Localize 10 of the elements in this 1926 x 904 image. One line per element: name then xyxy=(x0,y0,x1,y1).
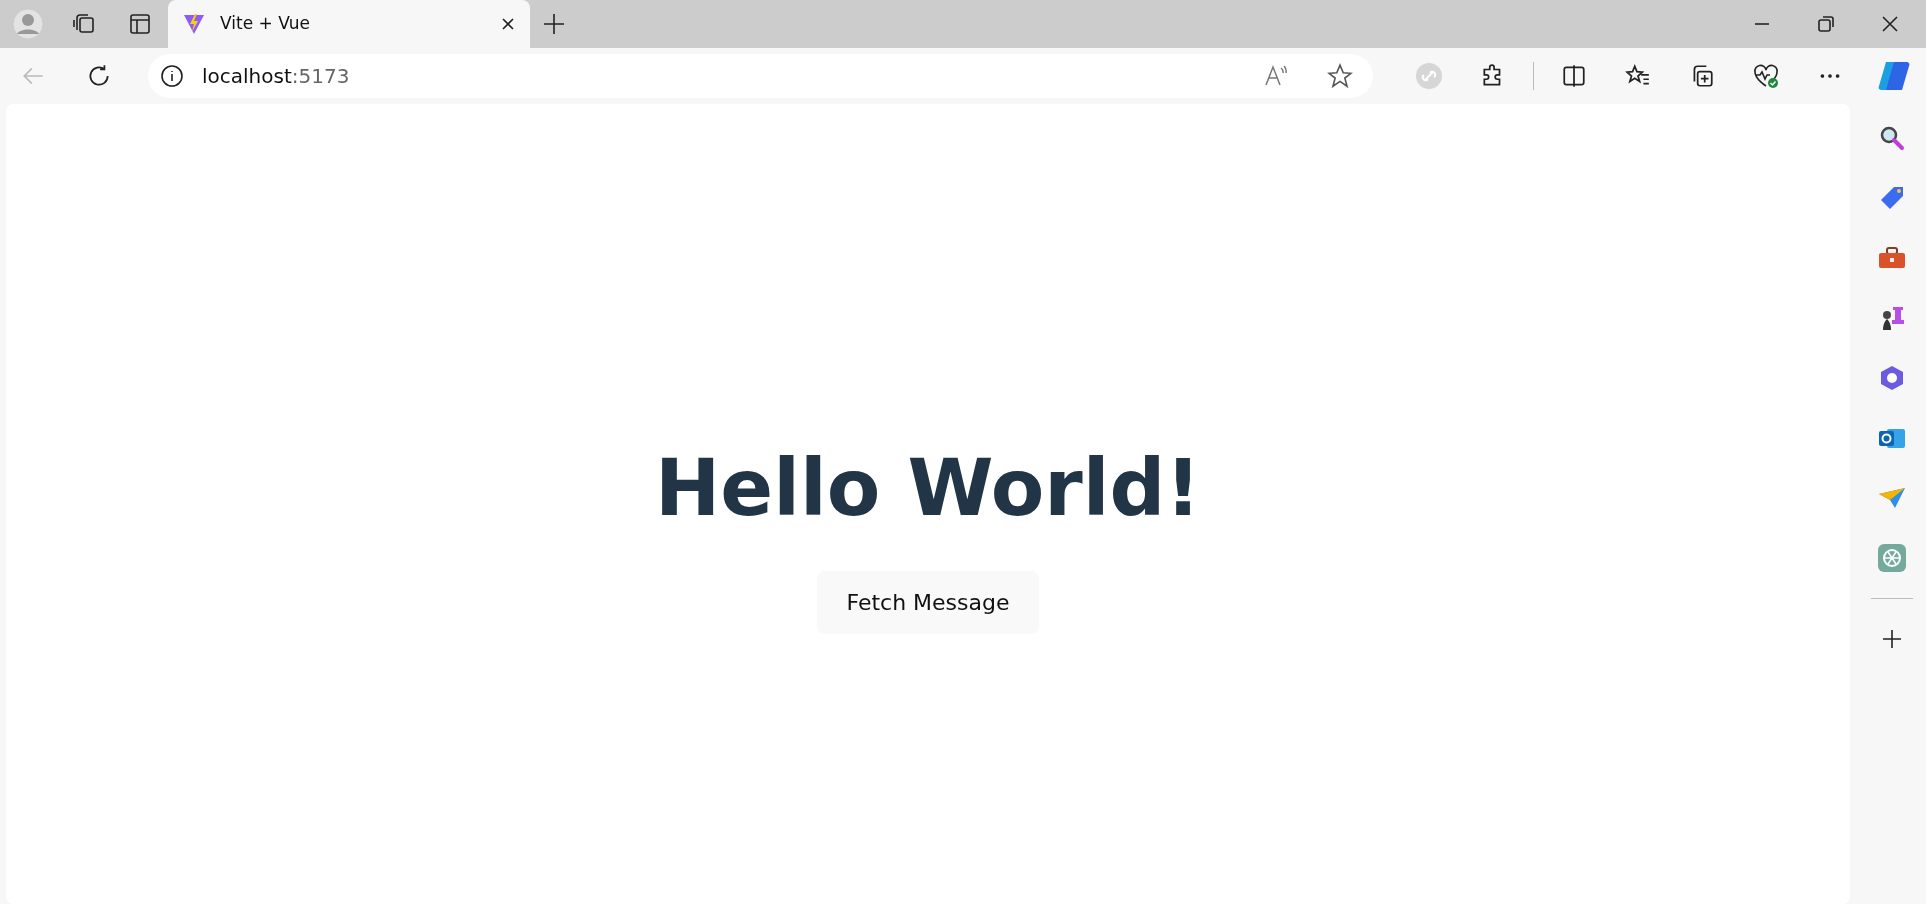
url-text: localhost:5173 xyxy=(202,63,350,90)
fetch-message-button[interactable]: Fetch Message xyxy=(817,571,1039,635)
lightning-v-icon xyxy=(182,12,206,36)
info-icon xyxy=(160,64,184,88)
star-icon[interactable] xyxy=(1327,63,1353,89)
address-bar[interactable]: localhost:5173 xyxy=(148,54,1373,98)
page-heading: Hello World! xyxy=(655,445,1201,532)
tab-title: Vite + Vue xyxy=(220,12,311,36)
browser-tab[interactable]: Vite + Vue xyxy=(168,0,530,48)
close-icon[interactable] xyxy=(500,16,516,32)
